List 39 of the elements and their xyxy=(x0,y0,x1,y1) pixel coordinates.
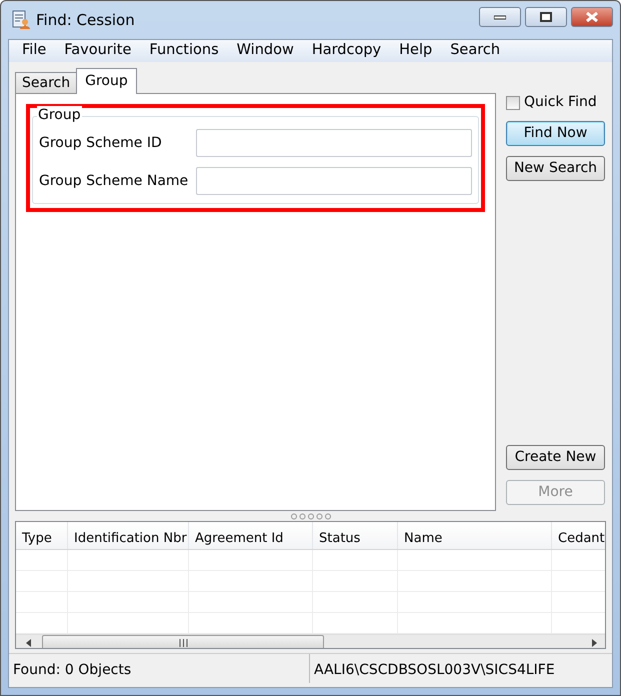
menu-item[interactable]: Favourite xyxy=(55,40,140,62)
column-header[interactable]: Agreement Id xyxy=(189,522,313,548)
document-user-icon xyxy=(12,10,30,30)
button[interactable]: New Search xyxy=(506,156,605,181)
horizontal-scrollbar[interactable] xyxy=(16,634,605,648)
input-field[interactable] xyxy=(196,129,472,157)
menu-item[interactable]: File xyxy=(13,40,56,62)
close-icon xyxy=(586,12,598,22)
scroll-thumb[interactable] xyxy=(42,634,324,648)
maximize-button[interactable] xyxy=(525,7,567,27)
minimize-icon xyxy=(494,14,506,20)
grip-icon xyxy=(178,638,188,646)
field-label: Group Scheme ID xyxy=(39,134,163,152)
column-header[interactable]: Status xyxy=(313,522,398,548)
column-header[interactable]: Identification Nbr xyxy=(68,522,189,548)
column-header[interactable]: Type xyxy=(16,522,68,548)
checkbox-label[interactable]: Quick Find xyxy=(524,92,597,113)
splitter-grip-icon[interactable] xyxy=(290,512,332,520)
status-text: Found: 0 Objects xyxy=(12,661,132,680)
button[interactable]: Create New xyxy=(506,445,605,470)
menu-item[interactable]: Window xyxy=(228,40,303,62)
close-button[interactable] xyxy=(571,7,613,27)
minimize-button[interactable] xyxy=(479,7,521,27)
button[interactable]: Find Now xyxy=(506,121,605,146)
menu-item[interactable]: Hardcopy xyxy=(302,40,390,62)
status-text: AALI6\CSCDBSOSL003V\SICS4LIFE xyxy=(309,654,559,683)
tab[interactable]: Search xyxy=(15,72,78,93)
menu-item[interactable]: Search xyxy=(441,40,510,62)
window-title: Find: Cession xyxy=(36,10,135,31)
maximize-icon xyxy=(540,12,552,22)
menu-item[interactable]: Help xyxy=(390,40,442,62)
column-header[interactable]: Cedant xyxy=(552,522,605,548)
input-field[interactable] xyxy=(196,167,472,195)
checkbox[interactable] xyxy=(506,96,520,110)
menu-item[interactable]: Functions xyxy=(140,40,228,62)
field-label: Group Scheme Name xyxy=(39,172,190,190)
column-header[interactable]: Name xyxy=(398,522,552,548)
group-title: Group xyxy=(37,106,82,124)
tab[interactable]: Group xyxy=(76,68,137,94)
